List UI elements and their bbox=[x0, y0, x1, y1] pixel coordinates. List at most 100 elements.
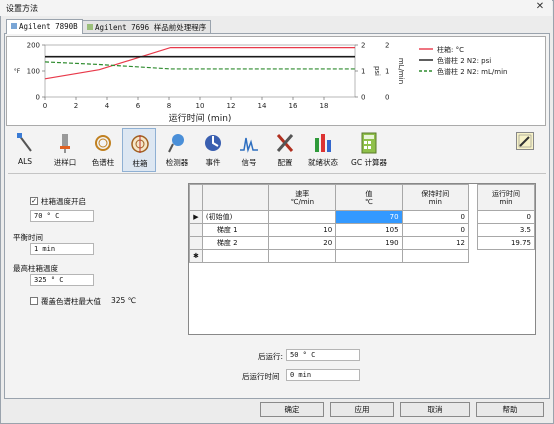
close-button[interactable]: ✕ bbox=[533, 1, 547, 13]
tab-icon bbox=[87, 24, 93, 30]
hold-cell[interactable]: 0 bbox=[401, 210, 470, 224]
rate-header-label: 速率 bbox=[295, 189, 310, 198]
module-toolbar: ALS 进样口 色谱柱 柱箱 检测器 事件 信号 配置 就绪状态 GC 计算器 bbox=[6, 128, 546, 172]
tab-agilent-7890b[interactable]: Agilent 7890B bbox=[6, 19, 83, 34]
value-header: 值 ℃ bbox=[335, 184, 403, 211]
y-tick-label: 200 bbox=[27, 42, 40, 50]
run-time-cell: 0 bbox=[477, 210, 535, 224]
y-tick-label: 0 bbox=[36, 94, 40, 102]
x-tick-label: 6 bbox=[136, 102, 141, 110]
rate-cell[interactable] bbox=[268, 210, 337, 224]
row-marker bbox=[189, 223, 203, 237]
legend-entry: 色谱柱 2 N2: psi bbox=[437, 56, 491, 65]
run-header-label: 运行时间 bbox=[492, 189, 520, 198]
rate-header: 速率 ℃/min bbox=[268, 184, 337, 211]
post-run-time-label: 后运行时间 bbox=[242, 372, 280, 381]
ramp-table: 速率 ℃/min 值 ℃ 保持时间 min ▶ (初始值) 70 0 梯度 1 10 … bbox=[189, 184, 470, 263]
hold-header-label: 保持时间 bbox=[421, 189, 450, 198]
row-label bbox=[201, 249, 270, 263]
section-divider bbox=[8, 173, 546, 174]
hold-cell[interactable] bbox=[401, 249, 470, 263]
table-row[interactable]: ▶ (初始值) 70 0 bbox=[189, 210, 470, 224]
x-tick-label: 14 bbox=[258, 102, 267, 110]
column-coil-icon bbox=[95, 135, 111, 151]
left-axis-unit-glyph: °F bbox=[14, 68, 21, 75]
apply-button[interactable]: 应用 bbox=[330, 402, 394, 417]
table-row[interactable]: 梯度 2 20 190 12 bbox=[189, 236, 470, 250]
x-tick-label: 10 bbox=[196, 102, 205, 110]
table-row[interactable]: 梯度 1 10 105 0 bbox=[189, 223, 470, 237]
value-cell[interactable] bbox=[335, 249, 403, 263]
help-button[interactable]: 帮助 bbox=[476, 402, 544, 417]
edit-button[interactable] bbox=[516, 132, 534, 150]
right-axis-1-tick-label: 2 bbox=[361, 42, 365, 50]
rate-cell[interactable]: 10 bbox=[268, 223, 337, 237]
corner-header bbox=[189, 184, 203, 211]
max-oven-temp-label: 最高柱箱温度 bbox=[13, 264, 58, 273]
tool-oven[interactable]: 柱箱 bbox=[122, 128, 156, 172]
row-marker bbox=[189, 236, 203, 250]
row-label: 梯度 1 bbox=[201, 223, 270, 237]
chart-svg: 0 2 4 6 8 10 12 14 16 18运行时间 (min)2001000°F2 21 10 0… bbox=[14, 42, 508, 125]
tab-agilent-7696[interactable]: Agilent 7696 样品前处理程序 bbox=[82, 20, 212, 34]
value-header-label: 值 bbox=[365, 189, 373, 198]
wrench-icon bbox=[276, 134, 294, 152]
tool-ready-state[interactable]: 就绪状态 bbox=[306, 128, 340, 172]
run-time-cell: 3.5 bbox=[477, 223, 535, 237]
x-tick-label: 18 bbox=[320, 102, 329, 110]
max-oven-temp-field[interactable]: 325 ° C bbox=[30, 274, 94, 286]
hold-cell[interactable]: 12 bbox=[401, 236, 470, 250]
right-axis-2-tick-label: 2 bbox=[385, 42, 389, 50]
tool-inlet[interactable]: 进样口 bbox=[48, 128, 82, 172]
ok-button[interactable]: 确定 bbox=[260, 402, 324, 417]
row-marker: ▶ bbox=[189, 210, 203, 224]
value-cell[interactable]: 190 bbox=[335, 236, 403, 250]
right-axis-2-tick-label: 0 bbox=[385, 94, 389, 102]
post-run-time-field[interactable]: 0 min bbox=[286, 369, 360, 381]
tool-config[interactable]: 配置 bbox=[268, 128, 302, 172]
label-header bbox=[201, 184, 270, 211]
rate-header-unit: ℃/min bbox=[290, 197, 315, 206]
window-title: 设置方法 bbox=[6, 4, 38, 13]
tool-als[interactable]: ALS bbox=[8, 128, 42, 172]
title-bar bbox=[0, 0, 552, 16]
x-tick-label: 4 bbox=[105, 102, 110, 110]
detector-icon bbox=[168, 134, 184, 153]
signal-icon bbox=[240, 137, 258, 153]
run-time-cell: 19.75 bbox=[477, 236, 535, 250]
table-row-new[interactable]: ✱ bbox=[189, 249, 470, 263]
override-column-max-checkbox[interactable] bbox=[30, 297, 38, 305]
right-axis-1-tick-label: 0 bbox=[361, 94, 365, 102]
hold-header-unit: min bbox=[428, 197, 442, 206]
right-axis-1-label: psi bbox=[373, 66, 381, 76]
hold-cell[interactable]: 0 bbox=[401, 223, 470, 237]
tool-gc-calculator[interactable]: GC 计算器 bbox=[351, 128, 387, 172]
tool-label: GC 计算器 bbox=[351, 158, 387, 167]
tab-label: Agilent 7890B bbox=[19, 22, 78, 31]
x-tick-label: 16 bbox=[289, 102, 298, 110]
override-column-max-value: 325 ℃ bbox=[111, 296, 137, 305]
right-axis-2-label: mL/min bbox=[397, 58, 405, 84]
x-tick-label: 0 bbox=[43, 102, 47, 110]
x-axis-label: 运行时间 (min) bbox=[169, 112, 232, 124]
rate-cell[interactable]: 20 bbox=[268, 236, 337, 250]
hold-header: 保持时间 min bbox=[401, 184, 470, 211]
rate-cell[interactable] bbox=[268, 249, 337, 263]
cancel-button[interactable]: 取消 bbox=[400, 402, 470, 417]
post-run-temp-field[interactable]: 50 ° C bbox=[286, 349, 360, 361]
oven-on-checkbox[interactable]: ✓ bbox=[30, 197, 38, 205]
syringe-icon bbox=[17, 133, 32, 152]
oven-on-label: 柱箱温度开启 bbox=[41, 197, 86, 206]
post-run-label: 后运行: bbox=[258, 352, 284, 361]
right-axis-2-tick-label: 1 bbox=[385, 68, 389, 76]
tool-label: 就绪状态 bbox=[308, 158, 338, 167]
ready-bars-icon bbox=[315, 134, 331, 152]
pencil-icon bbox=[518, 134, 532, 148]
tab-label: Agilent 7696 样品前处理程序 bbox=[95, 23, 207, 32]
value-cell[interactable]: 105 bbox=[335, 223, 403, 237]
equil-time-field[interactable]: 1 min bbox=[30, 243, 94, 255]
value-cell[interactable]: 70 bbox=[335, 210, 403, 224]
oven-temp-field[interactable]: 70 ° C bbox=[30, 210, 94, 222]
run-header-unit: min bbox=[499, 197, 513, 206]
value-header-unit: ℃ bbox=[364, 197, 373, 206]
